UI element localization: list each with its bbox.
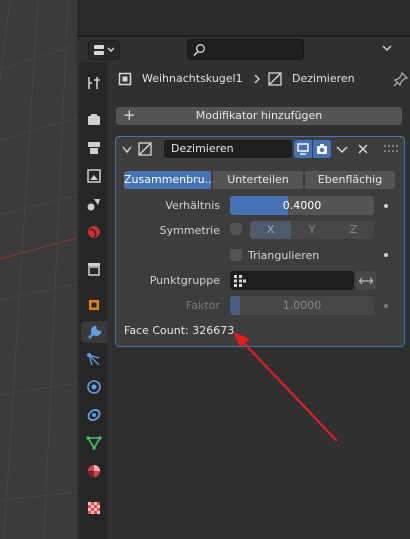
annotation-arrow — [233, 332, 338, 442]
